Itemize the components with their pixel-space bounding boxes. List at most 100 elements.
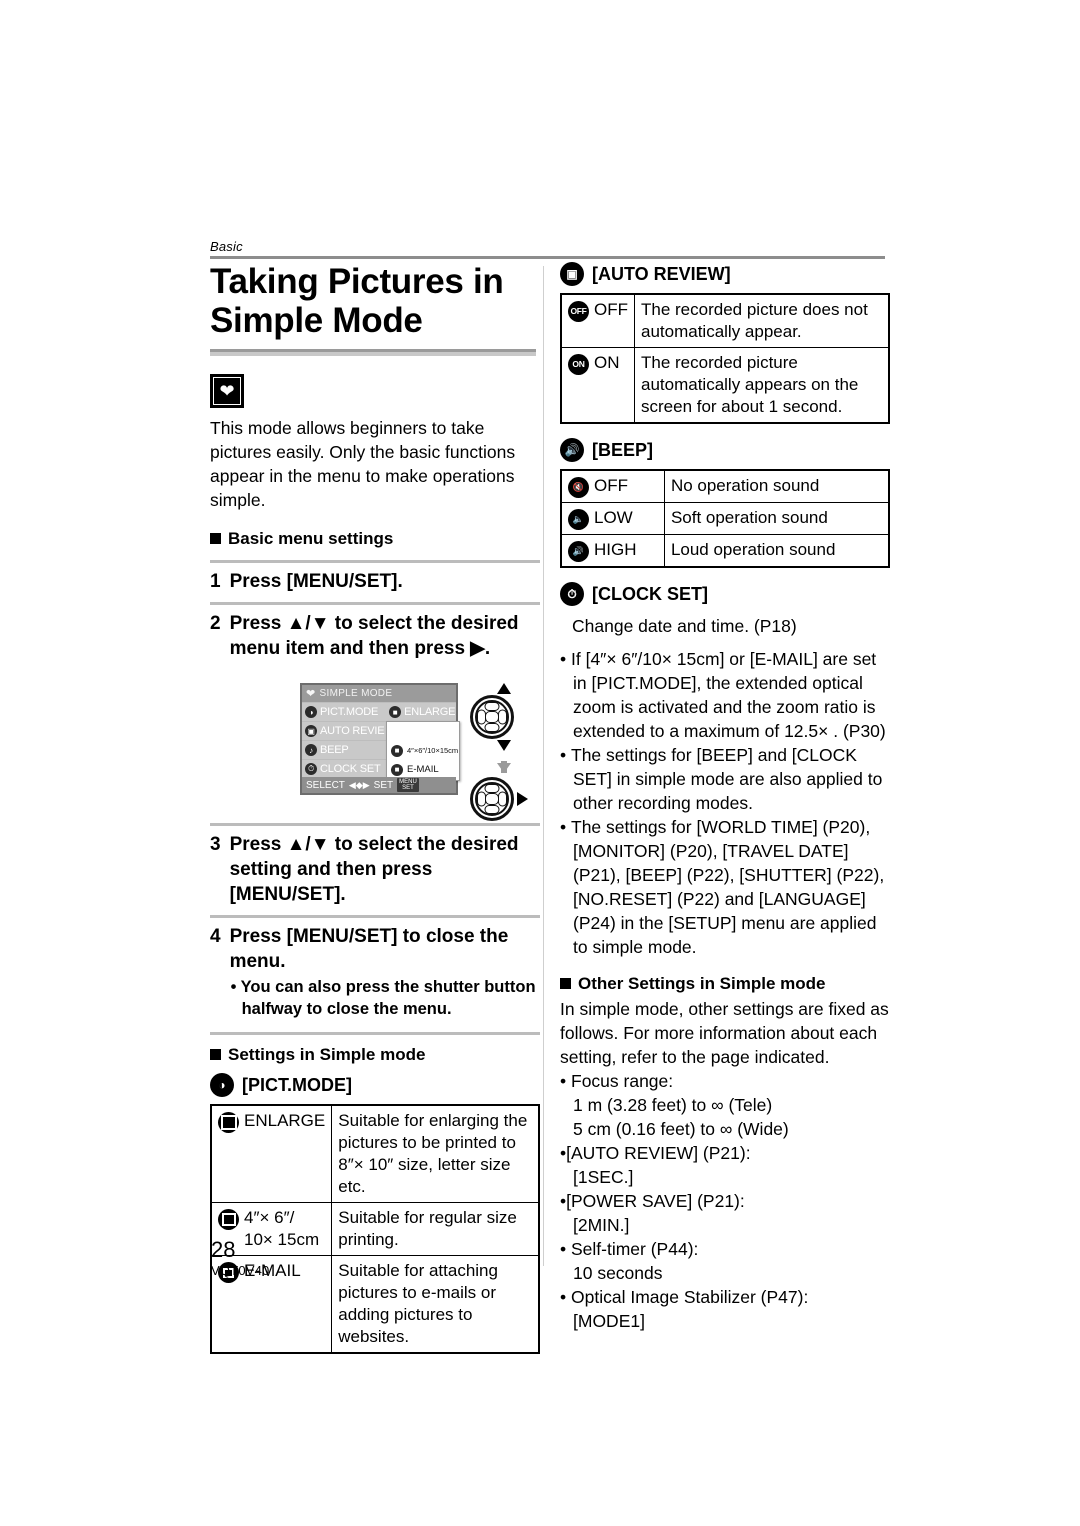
auto-review-row-off-key: OFF OFF	[560, 293, 635, 348]
other-settings-list: • Focus range: 1 m (3.28 feet) to ∞ (Tel…	[560, 1069, 890, 1333]
lcd-item-beep-label: BEEP	[320, 744, 349, 756]
beep-table: 🔇 OFF No operation sound 🔈 LOW Soft oper…	[560, 469, 890, 568]
other-settings-heading: Other Settings in Simple mode	[560, 973, 890, 995]
focus-range-wide: 5 cm (0.16 feet) to ∞ (Wide)	[573, 1119, 789, 1139]
down-arrow-icon	[497, 740, 511, 751]
beep-high-label: HIGH	[594, 540, 637, 559]
ois-setting-label: Optical Image Stabilizer (P47):	[571, 1287, 809, 1307]
list-item: • The settings for [WORLD TIME] (P20), […	[560, 817, 885, 957]
lcd-item-clock-set-label: CLOCK SET	[320, 763, 381, 775]
title-rule	[210, 349, 536, 356]
lcd-footer-bar: SELECT ◀◆▶ SET MENU SET	[302, 777, 456, 793]
auto-review-heading-label: [AUTO REVIEW]	[592, 264, 731, 284]
step-1-text: Press [MENU/SET].	[229, 571, 403, 592]
auto-review-icon: ▣	[305, 725, 317, 737]
auto-review-row-on-desc: The recorded picture automatically appea…	[634, 347, 890, 424]
beep-row-low-desc: Soft operation sound	[663, 502, 890, 535]
on-badge-icon: ON	[568, 354, 589, 375]
black-square-bullet-icon	[210, 1049, 221, 1060]
speaker-mute-icon: 🔇	[568, 477, 589, 498]
focus-range-label: Focus range:	[571, 1071, 674, 1091]
heart-mode-icon: ❤	[210, 374, 244, 408]
speaker-high-icon: 🔊	[568, 541, 589, 562]
page-title: Taking Pictures in Simple Mode	[210, 262, 504, 340]
self-timer-setting-label: Self-timer (P44):	[571, 1239, 699, 1259]
clock-set-section-heading: ⏱ [CLOCK SET]	[560, 582, 890, 606]
auto-review-section-heading: ▣ [AUTO REVIEW]	[560, 262, 890, 286]
enlarge-icon: ■	[389, 706, 402, 718]
beep-row-off-key: 🔇 OFF	[560, 469, 665, 503]
settings-simple-mode-label: Settings in Simple mode	[228, 1045, 426, 1064]
pict-mode-row-enlarge-desc: Suitable for enlarging the pictures to b…	[331, 1104, 540, 1203]
lcd-screen: ❤ SIMPLE MODE ◑ PICT.MODE ■ ENLARGE ▣ AU…	[300, 683, 460, 795]
list-item: • Optical Image Stabilizer (P47): [MODE1…	[560, 1285, 890, 1333]
table-row: 🔈 LOW Soft operation sound	[560, 502, 890, 535]
black-square-bullet-icon	[560, 978, 571, 989]
document-page: Basic Taking Pictures in Simple Mode ❤ T…	[0, 0, 1080, 1526]
flow-arrow-icon	[497, 761, 511, 773]
bullet-text: The settings for [BEEP] and [CLOCK SET] …	[571, 745, 883, 813]
table-row: OFF OFF The recorded picture does not au…	[560, 293, 890, 348]
cursor-pad-top	[470, 695, 514, 739]
popup-option-4x6-label: 4″×6″/10×15cm	[407, 746, 459, 755]
pict-mode-row-email-desc: Suitable for attaching pictures to e-mai…	[331, 1255, 540, 1354]
table-row: 🔊 HIGH Loud operation sound	[560, 534, 890, 568]
column-divider	[543, 266, 544, 1266]
email-icon: ■	[391, 763, 403, 776]
menu-screen-figure: ❤ SIMPLE MODE ◑ PICT.MODE ■ ENLARGE ▣ AU…	[300, 683, 540, 821]
power-save-setting-label: [POWER SAVE] (P21):	[566, 1191, 745, 1211]
list-item: •[AUTO REVIEW] (P21): [1SEC.]	[560, 1141, 890, 1189]
popup-option-4x6[interactable]: ■ 4″×6″/10×15cm	[387, 741, 459, 760]
step-1: 1 Press [MENU/SET].	[210, 560, 540, 602]
auto-review-row-off-desc: The recorded picture does not automatica…	[634, 293, 890, 348]
beep-row-high-desc: Loud operation sound	[663, 534, 890, 568]
header-rule	[210, 256, 885, 259]
step-2-number: 2	[210, 613, 221, 634]
lcd-title-bar: ❤ SIMPLE MODE	[302, 685, 456, 703]
chapter-label: Basic	[210, 239, 243, 254]
4x6-icon	[218, 1209, 239, 1230]
ois-setting-value: [MODE1]	[573, 1311, 645, 1331]
list-item: • The settings for [BEEP] and [CLOCK SET…	[560, 745, 883, 813]
off-badge-icon: OFF	[568, 301, 589, 322]
self-timer-setting-value: 10 seconds	[573, 1263, 663, 1283]
left-column: Taking Pictures in Simple Mode ❤ This mo…	[210, 262, 540, 1354]
lcd-item-auto-review-label: AUTO REVIE	[320, 725, 385, 737]
pict-mode-row-enlarge-key: ENLARGE	[210, 1104, 333, 1203]
beep-off-label: OFF	[594, 476, 628, 495]
enlarge-icon	[218, 1112, 239, 1133]
select-arrows-icon: ◀◆▶	[348, 779, 370, 790]
auto-review-off-label: OFF	[594, 300, 628, 319]
menu-badge-bottom: SET	[402, 785, 414, 791]
pict-mode-option-popup[interactable]: ■ 4″×6″/10×15cm ■ E-MAIL	[386, 721, 460, 781]
right-column: ▣ [AUTO REVIEW] OFF OFF The recorded pic…	[560, 262, 890, 1333]
clock-set-note: Change date and time. (P18)	[572, 616, 797, 636]
auto-review-table: OFF OFF The recorded picture does not au…	[560, 293, 890, 424]
basic-menu-settings-label: Basic menu settings	[228, 529, 394, 548]
lcd-item-pict-mode[interactable]: ◑ PICT.MODE ■ ENLARGE	[302, 703, 456, 722]
step-4-number: 4	[210, 926, 221, 947]
up-arrow-icon	[497, 683, 511, 694]
bullet-text: If [4″× 6″/10× 15cm] or [E-MAIL] are set…	[571, 649, 886, 741]
clock-set-heading-label: [CLOCK SET]	[592, 584, 708, 604]
lcd-footer-select-label: SELECT	[306, 779, 345, 791]
bullet-text: The settings for [WORLD TIME] (P20), [MO…	[571, 817, 885, 957]
step-2-text: Press ▲/▼ to select the desired menu ite…	[229, 613, 519, 659]
step-3-text: Press ▲/▼ to select the desired setting …	[229, 834, 519, 905]
auto-review-row-on-key: ON ON	[560, 347, 635, 424]
step-3-number: 3	[210, 834, 221, 855]
beep-low-label: LOW	[594, 508, 633, 527]
enlarge-label: ENLARGE	[244, 1111, 326, 1130]
notes-bullet-list: • If [4″× 6″/10× 15cm] or [E-MAIL] are s…	[560, 647, 890, 959]
step-4-subtext: • You can also press the shutter button …	[230, 978, 536, 1018]
step-4: 4 Press [MENU/SET] to close the menu. • …	[210, 915, 540, 1028]
4x6-icon: ■	[391, 744, 403, 757]
pict-mode-row-4x6-desc: Suitable for regular size printing.	[331, 1202, 540, 1256]
beep-row-high-key: 🔊 HIGH	[560, 534, 665, 568]
black-square-bullet-icon	[210, 533, 221, 544]
intro-paragraph: This mode allows beginners to take pictu…	[210, 418, 516, 510]
settings-simple-mode-heading: Settings in Simple mode	[210, 1032, 540, 1066]
beep-heading-label: [BEEP]	[592, 440, 654, 460]
menu-set-badge-icon: MENU SET	[397, 778, 419, 792]
page-number: 28	[211, 1237, 236, 1262]
